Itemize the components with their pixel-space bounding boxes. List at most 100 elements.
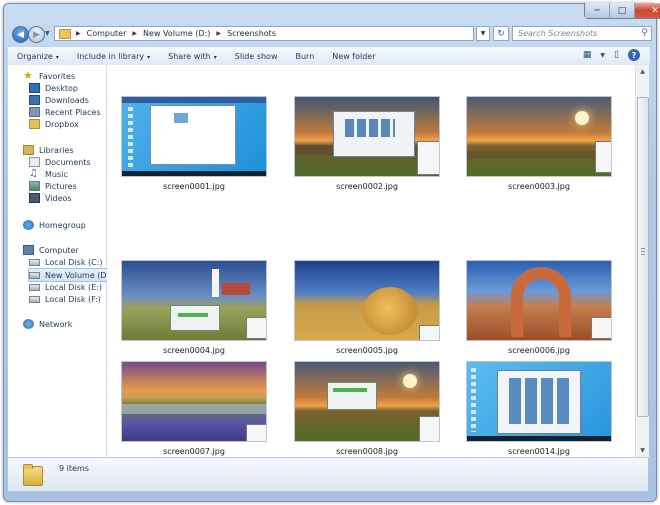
nav-documents[interactable]: Documents [29, 156, 91, 168]
include-in-library-button[interactable]: Include in library ▾ [68, 52, 159, 61]
breadcrumb-separator[interactable]: ▶ [216, 30, 221, 37]
drive-icon [29, 295, 40, 303]
preview-pane-icon[interactable]: ▯ [614, 50, 619, 60]
nav-downloads[interactable]: Downloads [29, 94, 89, 106]
item-count: 9 items [59, 464, 89, 473]
nav-videos[interactable]: Videos [29, 192, 72, 204]
file-name: screen0005.jpg [336, 346, 398, 355]
new-folder-button[interactable]: New folder [323, 52, 384, 61]
grip-line [641, 254, 645, 255]
navigation-pane: ★ Favorites Desktop Downloads Recent Plac… [8, 65, 120, 457]
scroll-up-button[interactable]: ▲ [636, 65, 649, 78]
desktop-icon [29, 83, 40, 93]
nav-new-volume-d[interactable]: New Volume (D:) [28, 268, 120, 282]
nav-computer-label: Computer [39, 245, 79, 255]
chevron-down-icon: ▾ [55, 53, 59, 61]
breadcrumb-computer[interactable]: Computer [87, 29, 127, 38]
file-name: screen0006.jpg [508, 346, 570, 355]
search-icon[interactable]: ⚲ [641, 28, 648, 38]
library-icon [23, 145, 34, 155]
refresh-button[interactable]: ↻ [493, 26, 509, 41]
scrollbar-thumb[interactable] [637, 97, 649, 417]
nav-network[interactable]: Network [23, 318, 72, 330]
file-name: screen0001.jpg [163, 182, 225, 191]
breadcrumb-new-volume[interactable]: New Volume (D:) [143, 29, 210, 38]
thumbnail-image [466, 260, 612, 341]
file-name: screen0007.jpg [163, 447, 225, 456]
file-name: screen0008.jpg [336, 447, 398, 456]
thumbnail-image [294, 96, 440, 177]
nav-new-volume-d-label: New Volume (D:) [45, 270, 113, 280]
command-bar: Organize ▾ Include in library ▾ Share with… [8, 46, 650, 66]
details-pane: 9 items [8, 457, 648, 491]
nav-local-disk-e-label: Local Disk (E:) [45, 282, 102, 292]
burn-button[interactable]: Burn [287, 52, 324, 61]
file-item[interactable]: screen0004.jpg [121, 260, 267, 355]
file-item[interactable]: screen0003.jpg [466, 96, 612, 191]
nav-libraries[interactable]: Libraries [23, 144, 74, 156]
drive-icon [29, 258, 40, 266]
nav-music[interactable]: ♫ Music [29, 168, 68, 180]
recent-pages-dropdown[interactable]: ▼ [45, 30, 50, 37]
minimize-button[interactable]: ─ [585, 3, 609, 18]
address-dropdown-button[interactable]: ▼ [476, 26, 490, 41]
search-input[interactable]: Search Screenshots ⚲ [512, 26, 652, 41]
grip-line [641, 251, 645, 252]
file-item[interactable]: screen0014.jpg [466, 361, 612, 456]
videos-icon [29, 193, 40, 203]
file-name: screen0003.jpg [508, 182, 570, 191]
forward-button[interactable]: ▶ [28, 26, 45, 43]
dropbox-icon [29, 119, 40, 129]
nav-local-disk-f-label: Local Disk (F:) [45, 294, 101, 304]
nav-pictures-label: Pictures [45, 181, 77, 191]
nav-homegroup-label: Homegroup [39, 220, 86, 230]
file-item[interactable]: screen0008.jpg [294, 361, 440, 456]
nav-documents-label: Documents [45, 157, 91, 167]
organize-button[interactable]: Organize ▾ [8, 52, 68, 61]
scroll-down-button[interactable]: ▼ [636, 444, 649, 457]
file-item[interactable]: screen0001.jpg [121, 96, 267, 191]
breadcrumb-screenshots[interactable]: Screenshots [227, 29, 276, 38]
file-name: screen0004.jpg [163, 346, 225, 355]
nav-downloads-label: Downloads [45, 95, 89, 105]
maximize-button[interactable]: □ [609, 3, 634, 18]
nav-computer[interactable]: Computer [23, 244, 79, 256]
nav-favorites[interactable]: ★ Favorites [23, 70, 75, 82]
file-name: screen0014.jpg [508, 447, 570, 456]
thumbnail-image [294, 260, 440, 341]
view-dropdown-icon[interactable]: ▼ [600, 52, 605, 59]
network-icon [23, 319, 34, 329]
window-controls: ─ □ ✕ [584, 3, 660, 19]
thumbnail-image [466, 361, 612, 442]
nav-recent-places[interactable]: Recent Places [29, 106, 101, 118]
file-view: screen0001.jpg screen0002.jpg screen0003… [107, 65, 635, 457]
help-icon[interactable]: ? [628, 49, 640, 61]
file-item[interactable]: screen0005.jpg [294, 260, 440, 355]
nav-local-disk-c[interactable]: Local Disk (C:) [29, 256, 103, 268]
nav-local-disk-f[interactable]: Local Disk (F:) [29, 293, 101, 305]
change-view-icon[interactable]: ▦ [583, 50, 592, 60]
nav-local-disk-e[interactable]: Local Disk (E:) [29, 281, 102, 293]
breadcrumb-separator[interactable]: ▶ [76, 30, 81, 37]
nav-pictures[interactable]: Pictures [29, 180, 77, 192]
close-button[interactable]: ✕ [634, 3, 660, 18]
recent-places-icon [29, 107, 40, 117]
slide-show-button[interactable]: Slide show [226, 52, 287, 61]
back-button[interactable]: ◀ [12, 26, 29, 43]
nav-dropbox[interactable]: Dropbox [29, 118, 79, 130]
file-item[interactable]: screen0006.jpg [466, 260, 612, 355]
nav-desktop[interactable]: Desktop [29, 82, 78, 94]
downloads-icon [29, 95, 40, 105]
arrow-left-icon: ◀ [17, 29, 24, 40]
include-in-library-label: Include in library [76, 51, 145, 61]
vertical-scrollbar[interactable]: ▲ ▼ [635, 65, 649, 457]
nav-homegroup[interactable]: Homegroup [23, 219, 86, 231]
arrow-down-icon: ▼ [640, 447, 645, 454]
nav-videos-label: Videos [45, 193, 72, 203]
breadcrumb-separator[interactable]: ▶ [132, 30, 137, 37]
file-item[interactable]: screen0007.jpg [121, 361, 267, 456]
file-item[interactable]: screen0002.jpg [294, 96, 440, 191]
computer-icon [23, 245, 34, 255]
share-with-button[interactable]: Share with ▾ [159, 52, 226, 61]
address-bar[interactable]: ▶ Computer ▶ New Volume (D:) ▶ Screensho… [54, 26, 474, 41]
